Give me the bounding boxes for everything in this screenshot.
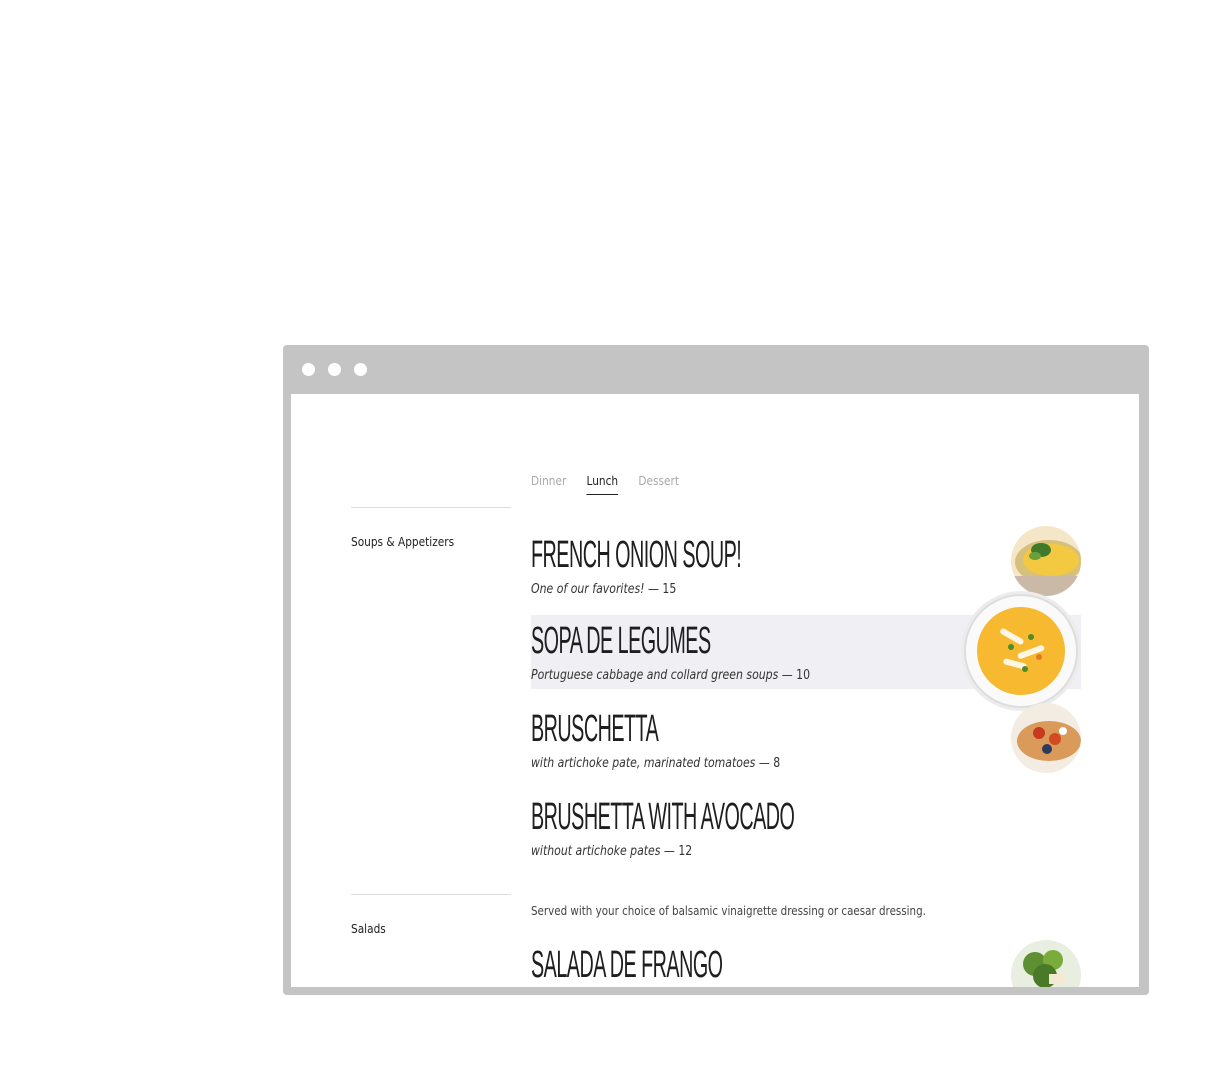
category-divider <box>351 507 511 508</box>
menu-item[interactable]: French Onion Soup! One of our favorites!… <box>531 529 1081 603</box>
menu-tabs: Dinner Lunch Dessert <box>531 474 679 495</box>
menu-item-description: with artichoke pate, marinated tomatoes … <box>531 756 781 771</box>
menu-item-name: Bruschetta <box>531 708 659 750</box>
window-close-dot[interactable] <box>302 363 315 376</box>
tab-dinner[interactable]: Dinner <box>531 474 566 495</box>
category-soups-appetizers: Soups & Appetizers <box>351 535 455 549</box>
browser-window: Dinner Lunch Dessert Soups & Appetizers … <box>283 345 1149 995</box>
menu-item-name: Sopa de Legumes <box>531 620 711 662</box>
vegetable-soup-photo <box>961 591 1081 711</box>
window-minimize-dot[interactable] <box>328 363 341 376</box>
menu-item-name: Salada de Frango <box>531 944 723 986</box>
menu-item[interactable]: Bruschetta with artichoke pate, marinate… <box>531 703 1081 777</box>
menu-item[interactable]: Brushetta with Avocado without artichoke… <box>531 791 1081 865</box>
menu-item-description: One of our favorites! — 15 <box>531 582 677 597</box>
category-note: Served with your choice of balsamic vina… <box>531 904 926 918</box>
menu-item-name: French Onion Soup! <box>531 534 742 576</box>
menu-item[interactable]: Salada de Frango <box>531 939 1081 987</box>
category-salads: Salads <box>351 922 386 936</box>
menu-item-description: without artichoke pates — 12 <box>531 844 693 859</box>
menu-item-description: Portuguese cabbage and collard green sou… <box>531 668 811 683</box>
menu-item-name: Brushetta with Avocado <box>531 796 795 838</box>
page-viewport: Dinner Lunch Dessert Soups & Appetizers … <box>291 394 1139 987</box>
window-maximize-dot[interactable] <box>354 363 367 376</box>
tab-lunch[interactable]: Lunch <box>586 474 619 495</box>
onion-soup-photo <box>1011 526 1081 596</box>
category-divider <box>351 894 511 895</box>
tab-dessert[interactable]: Dessert <box>638 474 679 495</box>
bruschetta-photo <box>1011 703 1081 773</box>
